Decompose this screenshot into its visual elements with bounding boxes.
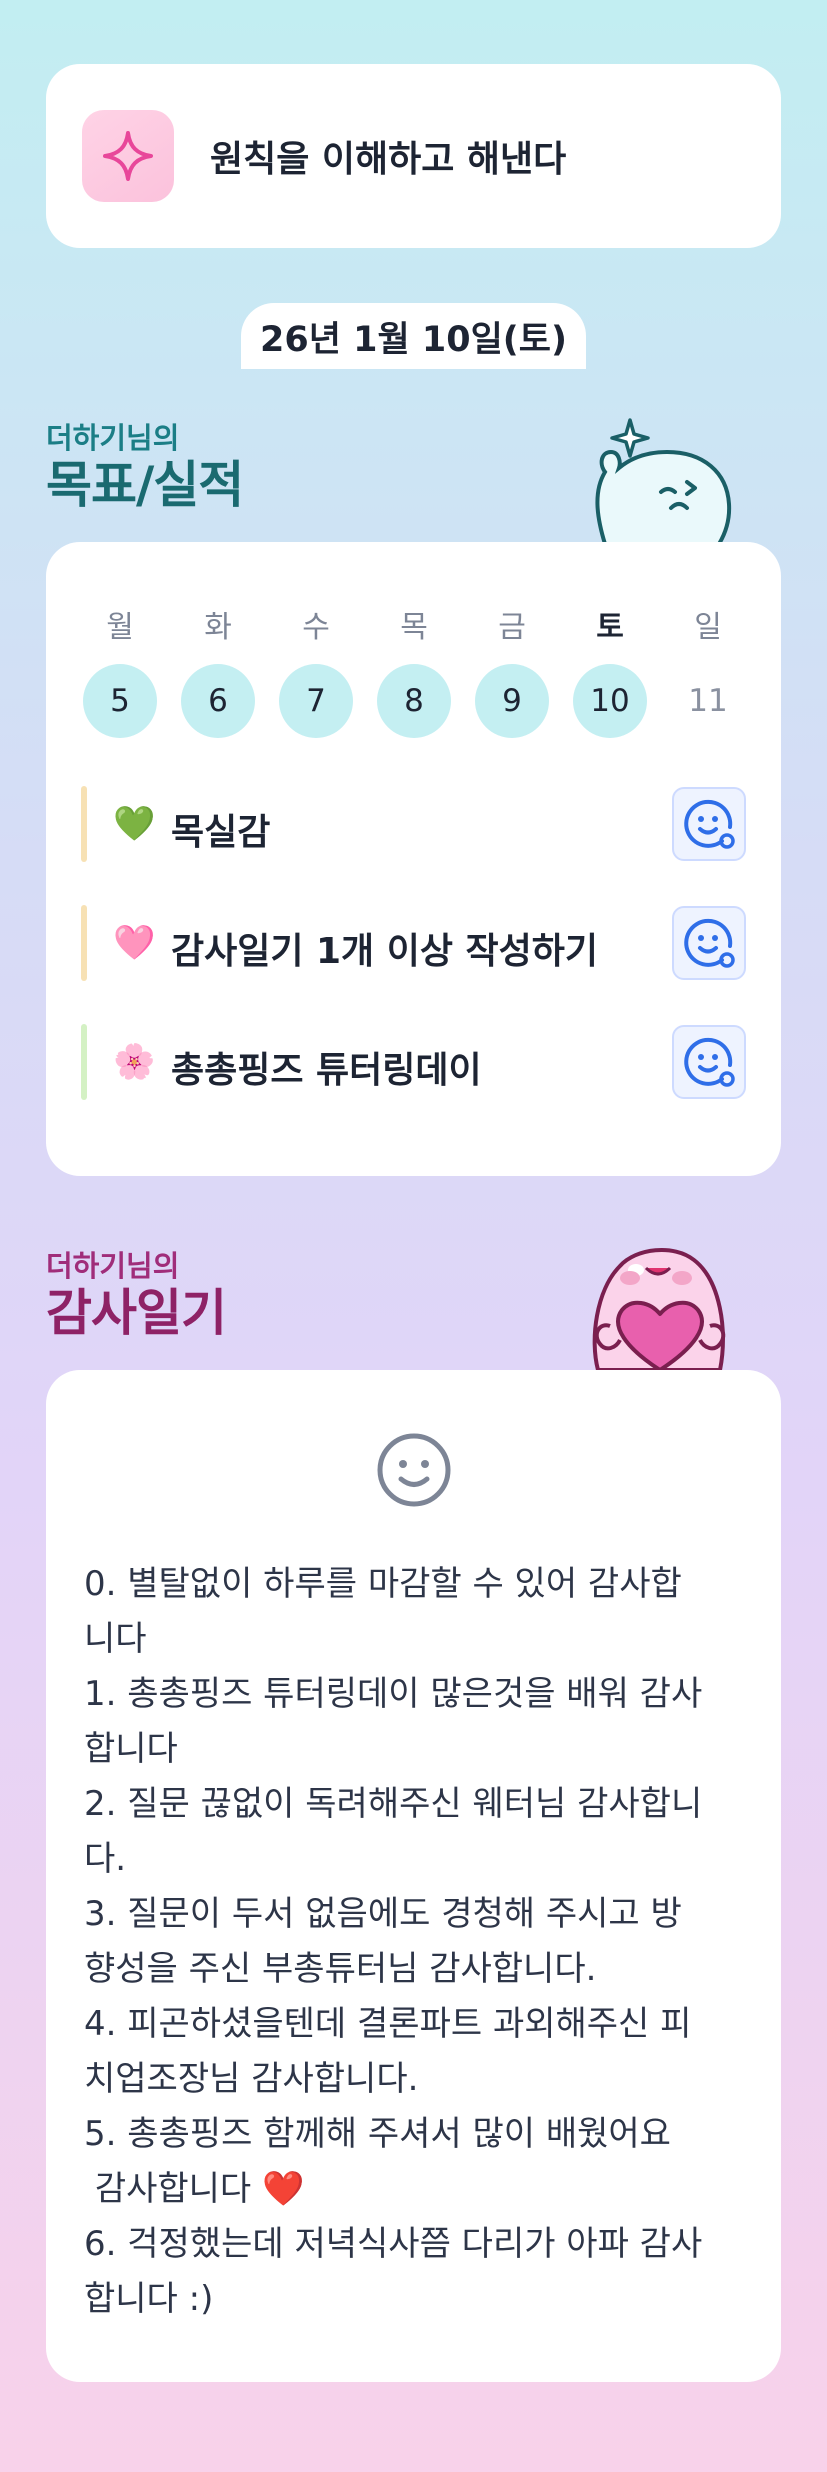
smiley-add-button[interactable]	[672, 787, 746, 861]
green-heart-icon: 💚	[113, 804, 156, 844]
gratitude-line: 4. 피곤하셨을텐데 결론파트 과외해주신 피	[84, 2004, 692, 2044]
pink-heart-icon: 🩷	[113, 923, 156, 963]
day-number[interactable]: 11	[671, 664, 745, 738]
goal-item[interactable]: 🌸 총총핑즈 튜터링데이	[81, 1024, 746, 1100]
day-label: 금	[498, 610, 526, 645]
goal-text: 감사일기 1개 이상 작성하기	[171, 931, 598, 972]
goal-text: 총총핑즈 튜터링데이	[171, 1050, 482, 1091]
goal-bar	[81, 1024, 87, 1100]
smiley-add-icon	[684, 1037, 735, 1087]
day-number-today[interactable]: 10	[573, 664, 647, 738]
smiley-add-icon	[684, 799, 735, 849]
smiley-add-button[interactable]	[672, 1025, 746, 1099]
gratitude-line: 0. 별탈없이 하루를 마감할 수 있어 감사합	[84, 1564, 682, 1604]
day-label: 월	[106, 610, 134, 645]
gratitude-line: 치업조장님 감사합니다.	[84, 2059, 419, 2099]
gratitude-line: 2. 질문 끊없이 독려해주신 웨터님 감사합니	[84, 1784, 703, 1824]
smiley-add-button[interactable]	[672, 906, 746, 980]
day-thu[interactable]: 목 8	[377, 602, 451, 738]
smiley-add-icon	[684, 918, 735, 968]
day-label: 일	[694, 610, 722, 645]
goals-card: 월 5 화 6 수 7 목 8 금 9 토 10 일 11 💚 목실감 🩷 감사…	[46, 542, 781, 1176]
gratitude-text[interactable]: 0. 별탈없이 하루를 마감할 수 있어 감사합 니다 1. 총총핑즈 튜터링데…	[84, 1557, 754, 2327]
day-number[interactable]: 7	[279, 664, 353, 738]
day-label: 화	[204, 610, 232, 645]
goal-bar	[81, 905, 87, 981]
day-wed[interactable]: 수 7	[279, 602, 353, 738]
goal-bar	[81, 786, 87, 862]
goal-item[interactable]: 💚 목실감	[81, 786, 746, 862]
day-sun[interactable]: 일 11	[671, 602, 745, 719]
day-tue[interactable]: 화 6	[181, 602, 255, 738]
day-label: 목	[400, 610, 428, 645]
day-number[interactable]: 8	[377, 664, 451, 738]
day-mon[interactable]: 월 5	[83, 602, 157, 738]
date-label[interactable]: 26년 1월 10일(토)	[241, 303, 586, 369]
day-fri[interactable]: 금 9	[475, 602, 549, 738]
blossom-icon: 🌸	[113, 1042, 156, 1082]
gratitude-card: 0. 별탈없이 하루를 마감할 수 있어 감사합 니다 1. 총총핑즈 튜터링데…	[46, 1370, 781, 2382]
sparkle-icon	[82, 110, 174, 202]
gratitude-line: 니다	[84, 1619, 147, 1659]
gratitude-line: 향성을 주신 부총튜터님 감사합니다.	[84, 1949, 597, 1989]
gratitude-line: 5. 총총핑즈 함께해 주셔서 많이 배웠어요	[84, 2114, 671, 2154]
smiley-face-icon[interactable]	[376, 1432, 452, 1508]
day-number[interactable]: 6	[181, 664, 255, 738]
goal-item[interactable]: 🩷 감사일기 1개 이상 작성하기	[81, 905, 746, 981]
gratitude-line: 3. 질문이 두서 없음에도 경청해 주시고 방	[84, 1894, 682, 1934]
day-label: 수	[302, 610, 330, 645]
principle-text: 원칙을 이해하고 해낸다	[210, 139, 567, 180]
gratitude-line: 합니다 :)	[84, 2279, 214, 2319]
mascot-cheer-icon	[595, 418, 732, 544]
gratitude-line: 다.	[84, 1839, 127, 1879]
principle-card: 원칙을 이해하고 해낸다	[46, 64, 781, 248]
day-sat[interactable]: 토 10	[573, 602, 647, 738]
gratitude-line: 합니다	[84, 1729, 178, 1769]
goal-text: 목실감	[171, 812, 271, 853]
gratitude-line: 감사합니다 ❤️	[84, 2169, 305, 2209]
gratitude-title: 감사일기	[46, 1284, 227, 1342]
goals-title: 목표/실적	[46, 456, 244, 514]
gratitude-line: 6. 걱정했는데 저녁식사쯤 다리가 아파 감사	[84, 2224, 703, 2264]
day-label-today: 토	[596, 610, 624, 645]
day-number[interactable]: 9	[475, 664, 549, 738]
day-number[interactable]: 5	[83, 664, 157, 738]
mascot-heart-icon	[592, 1248, 726, 1370]
gratitude-line: 1. 총총핑즈 튜터링데이 많은것을 배워 감사	[84, 1674, 703, 1714]
